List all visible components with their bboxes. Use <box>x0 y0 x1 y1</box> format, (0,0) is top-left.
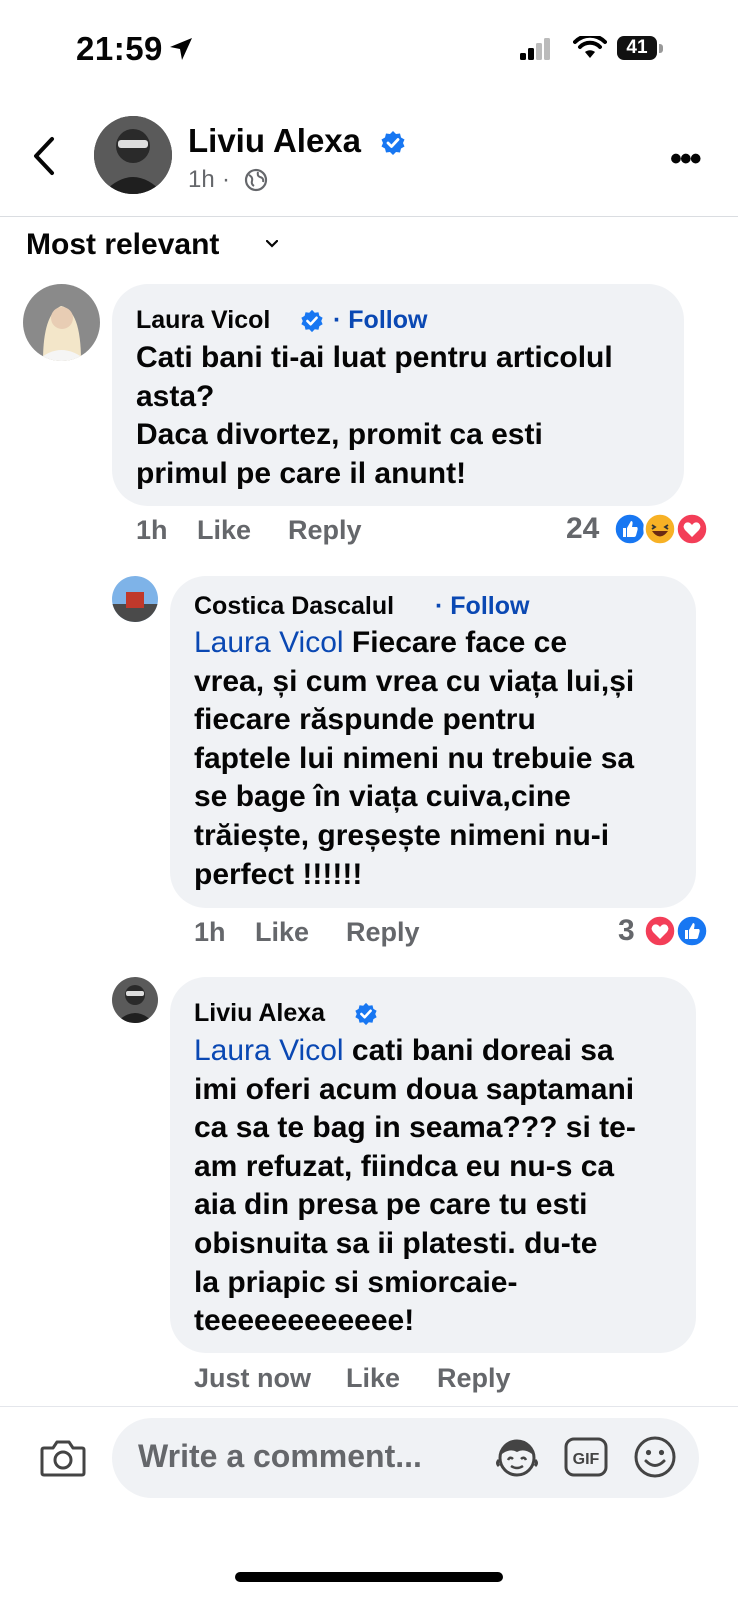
haha-reaction-icon <box>643 512 677 546</box>
comment-text: Cati bani ti-ai luat pentru articolul as… <box>136 341 613 490</box>
back-button[interactable] <box>30 136 60 176</box>
comment-time: Just now <box>194 1363 312 1393</box>
love-reaction-icon <box>675 512 709 546</box>
reaction-count[interactable]: 3 <box>618 914 635 948</box>
post-timestamp: 1h <box>188 166 215 193</box>
commenter-avatar[interactable] <box>112 576 158 622</box>
like-reaction-icon <box>613 512 647 546</box>
sort-dropdown[interactable]: Most relevant <box>26 228 219 262</box>
comment-placeholder[interactable]: Write a comment... <box>138 1438 422 1475</box>
like-button[interactable]: Like <box>255 917 309 948</box>
comment-author[interactable]: Laura Vicol <box>136 306 270 335</box>
reply-button[interactable]: Reply <box>437 1363 511 1394</box>
avatar-sticker-icon[interactable] <box>494 1436 540 1480</box>
gif-button[interactable]: GIF <box>563 1436 609 1483</box>
emoji-icon[interactable] <box>632 1434 678 1480</box>
author-name[interactable]: Liviu Alexa <box>188 122 361 160</box>
commenter-avatar[interactable] <box>112 977 158 1023</box>
svg-text:GIF: GIF <box>573 1451 600 1468</box>
like-reaction-icon <box>675 914 709 948</box>
globe-icon <box>244 168 268 192</box>
comment-time: 1h <box>194 917 226 947</box>
chevron-down-icon[interactable] <box>266 240 278 248</box>
verified-badge-icon <box>355 1002 377 1026</box>
comment-time: 1h <box>136 515 168 545</box>
follow-button[interactable]: · Follow <box>435 592 529 621</box>
comment-text: Laura Vicol cati bani doreai sa imi ofer… <box>194 1032 636 1341</box>
commenter-avatar[interactable] <box>23 284 100 361</box>
status-time: 21:59 <box>76 30 163 67</box>
like-button[interactable]: Like <box>346 1363 400 1394</box>
post-meta-separator: · <box>222 166 230 193</box>
mention-link[interactable]: Laura Vicol <box>194 626 344 659</box>
comment-body: cati bani doreai sa imi oferi acum doua … <box>194 1034 636 1338</box>
more-options-button[interactable]: ••• <box>670 140 702 179</box>
follow-button[interactable]: · Follow <box>333 306 427 335</box>
like-button[interactable]: Like <box>197 515 251 546</box>
reaction-count[interactable]: 24 <box>566 512 599 546</box>
reply-button[interactable]: Reply <box>288 515 362 546</box>
header-divider <box>0 216 738 217</box>
battery-indicator: 41 <box>617 36 657 60</box>
mention-link[interactable]: Laura Vicol <box>194 1034 344 1067</box>
comment-author[interactable]: Costica Dascalul <box>194 592 394 621</box>
verified-badge-icon <box>381 131 405 155</box>
verified-badge-icon <box>301 309 323 333</box>
reply-button[interactable]: Reply <box>346 917 420 948</box>
home-indicator[interactable] <box>235 1572 503 1582</box>
location-arrow-icon <box>170 38 192 60</box>
cellular-signal-icon <box>520 38 550 60</box>
love-reaction-icon <box>643 914 677 948</box>
comment-author[interactable]: Liviu Alexa <box>194 999 325 1028</box>
battery-nub <box>659 44 663 53</box>
composer-divider <box>0 1406 738 1407</box>
comment-text: Laura Vicol Fiecare face ce vrea, și cum… <box>194 624 634 894</box>
author-avatar[interactable] <box>94 116 172 194</box>
comment-body: Fiecare face ce vrea, și cum vrea cu via… <box>194 626 635 891</box>
camera-icon[interactable] <box>40 1438 86 1478</box>
wifi-icon <box>573 36 607 58</box>
